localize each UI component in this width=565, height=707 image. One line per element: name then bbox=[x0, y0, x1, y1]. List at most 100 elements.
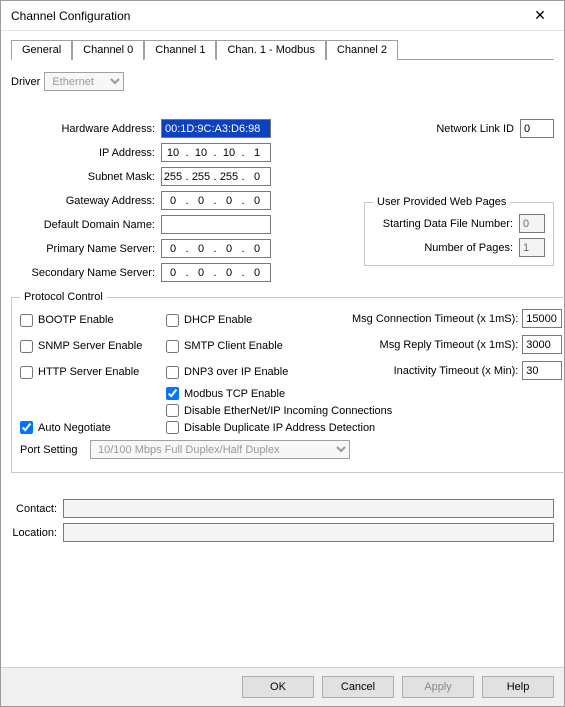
help-button[interactable]: Help bbox=[482, 676, 554, 698]
dnp3-input[interactable] bbox=[166, 366, 179, 379]
snmp-input[interactable] bbox=[20, 340, 33, 353]
contact-input bbox=[63, 499, 554, 518]
gw-octet-4[interactable] bbox=[246, 195, 268, 207]
ip-octet-4[interactable] bbox=[246, 147, 268, 159]
netlink-input[interactable] bbox=[520, 119, 554, 138]
location-input bbox=[63, 523, 554, 542]
gateway-label: Gateway Address: bbox=[11, 195, 161, 207]
hw-addr-input[interactable] bbox=[162, 120, 270, 137]
tab-channel0[interactable]: Channel 0 bbox=[72, 40, 144, 60]
sdns-label: Secondary Name Server: bbox=[11, 267, 161, 279]
subnet-octet-4[interactable] bbox=[246, 171, 268, 183]
msg-conn-label: Msg Connection Timeout (x 1mS): bbox=[352, 313, 518, 325]
close-button[interactable]: ✕ bbox=[520, 2, 560, 30]
sdns-octet-4[interactable] bbox=[246, 267, 268, 279]
ok-button[interactable]: OK bbox=[242, 676, 314, 698]
pdns-octet-2[interactable] bbox=[190, 243, 212, 255]
close-icon: ✕ bbox=[534, 7, 546, 24]
user-web-pages-group: User Provided Web Pages Starting Data Fi… bbox=[364, 196, 554, 266]
dhcp-checkbox[interactable]: DHCP Enable bbox=[166, 314, 346, 327]
location-label: Location: bbox=[11, 527, 63, 539]
ip-octet-2[interactable] bbox=[190, 147, 212, 159]
msg-reply-input[interactable] bbox=[522, 335, 562, 354]
apply-button: Apply bbox=[402, 676, 474, 698]
inactivity-label: Inactivity Timeout (x Min): bbox=[394, 365, 519, 377]
inactivity-input[interactable] bbox=[522, 361, 562, 380]
modbus-input[interactable] bbox=[166, 387, 179, 400]
snmp-checkbox[interactable]: SNMP Server Enable bbox=[20, 340, 160, 353]
http-checkbox[interactable]: HTTP Server Enable bbox=[20, 366, 160, 379]
msg-reply-label: Msg Reply Timeout (x 1mS): bbox=[380, 339, 519, 351]
tabs: General Channel 0 Channel 1 Chan. 1 - Mo… bbox=[11, 39, 554, 60]
gateway-field[interactable]: . . . bbox=[161, 191, 271, 210]
auto-neg-checkbox[interactable]: Auto Negotiate bbox=[20, 421, 160, 434]
pdns-label: Primary Name Server: bbox=[11, 243, 161, 255]
http-input[interactable] bbox=[20, 366, 33, 379]
user-web-legend: User Provided Web Pages bbox=[373, 196, 510, 208]
dialog-footer: OK Cancel Apply Help bbox=[1, 667, 564, 706]
domain-input[interactable] bbox=[161, 215, 271, 234]
bootp-input[interactable] bbox=[20, 314, 33, 327]
driver-select: Ethernet bbox=[44, 72, 124, 91]
ip-octet-1[interactable] bbox=[162, 147, 184, 159]
subnet-field[interactable]: . . . bbox=[161, 167, 271, 186]
ip-addr-field[interactable]: . . . bbox=[161, 143, 271, 162]
top-grid: Hardware Address: IP Address: . . . Su bbox=[11, 119, 554, 287]
tab-channel2[interactable]: Channel 2 bbox=[326, 40, 398, 60]
pdns-octet-3[interactable] bbox=[218, 243, 240, 255]
channel-configuration-dialog: Channel Configuration ✕ General Channel … bbox=[0, 0, 565, 707]
tab-channel1[interactable]: Channel 1 bbox=[144, 40, 216, 60]
sdns-octet-1[interactable] bbox=[162, 267, 184, 279]
hw-addr-label: Hardware Address: bbox=[11, 123, 161, 135]
port-setting-select: 10/100 Mbps Full Duplex/Half Duplex bbox=[90, 440, 350, 459]
sdns-octet-2[interactable] bbox=[190, 267, 212, 279]
cancel-button[interactable]: Cancel bbox=[322, 676, 394, 698]
protocol-legend: Protocol Control bbox=[20, 291, 107, 303]
smtp-checkbox[interactable]: SMTP Client Enable bbox=[166, 340, 346, 353]
bootp-checkbox[interactable]: BOOTP Enable bbox=[20, 314, 160, 327]
protocol-grid: BOOTP Enable DHCP Enable Msg Connection … bbox=[20, 309, 562, 464]
pdns-octet-4[interactable] bbox=[246, 243, 268, 255]
protocol-control-group: Protocol Control BOOTP Enable DHCP Enabl… bbox=[11, 291, 565, 473]
start-file-label: Starting Data File Number: bbox=[373, 218, 519, 230]
tab-chan1-modbus[interactable]: Chan. 1 - Modbus bbox=[216, 40, 325, 60]
pdns-field[interactable]: . . . bbox=[161, 239, 271, 258]
disable-dup-checkbox[interactable]: Disable Duplicate IP Address Detection bbox=[166, 421, 562, 434]
gw-octet-1[interactable] bbox=[162, 195, 184, 207]
dnp3-checkbox[interactable]: DNP3 over IP Enable bbox=[166, 366, 346, 379]
client-area: General Channel 0 Channel 1 Chan. 1 - Mo… bbox=[1, 31, 564, 667]
subnet-octet-1[interactable] bbox=[162, 171, 184, 183]
subnet-label: Subnet Mask: bbox=[11, 171, 161, 183]
disable-enip-input[interactable] bbox=[166, 404, 179, 417]
num-pages-label: Number of Pages: bbox=[373, 242, 519, 254]
tab-general[interactable]: General bbox=[11, 40, 72, 60]
sdns-field[interactable]: . . . bbox=[161, 263, 271, 282]
modbus-checkbox[interactable]: Modbus TCP Enable bbox=[166, 387, 346, 400]
driver-row: Driver Ethernet bbox=[11, 72, 554, 91]
address-column: Hardware Address: IP Address: . . . Su bbox=[11, 119, 354, 287]
hw-addr-field[interactable] bbox=[161, 119, 271, 138]
disable-dup-input[interactable] bbox=[166, 421, 179, 434]
num-pages-input bbox=[519, 238, 545, 257]
driver-label: Driver bbox=[11, 76, 44, 88]
auto-neg-input[interactable] bbox=[20, 421, 33, 434]
smtp-input[interactable] bbox=[166, 340, 179, 353]
disable-enip-checkbox[interactable]: Disable EtherNet/IP Incoming Connections bbox=[166, 404, 562, 417]
start-file-input bbox=[519, 214, 545, 233]
gw-octet-3[interactable] bbox=[218, 195, 240, 207]
ip-addr-label: IP Address: bbox=[11, 147, 161, 159]
msg-conn-input[interactable] bbox=[522, 309, 562, 328]
port-setting-label: Port Setting bbox=[20, 444, 90, 456]
subnet-octet-2[interactable] bbox=[190, 171, 212, 183]
titlebar: Channel Configuration ✕ bbox=[1, 1, 564, 31]
domain-label: Default Domain Name: bbox=[11, 219, 161, 231]
netlink-label: Network Link ID bbox=[364, 123, 520, 135]
ip-octet-3[interactable] bbox=[218, 147, 240, 159]
dhcp-input[interactable] bbox=[166, 314, 179, 327]
sdns-octet-3[interactable] bbox=[218, 267, 240, 279]
window-title: Channel Configuration bbox=[11, 9, 520, 23]
gw-octet-2[interactable] bbox=[190, 195, 212, 207]
subnet-octet-3[interactable] bbox=[218, 171, 240, 183]
right-column: Network Link ID User Provided Web Pages … bbox=[364, 119, 554, 287]
pdns-octet-1[interactable] bbox=[162, 243, 184, 255]
